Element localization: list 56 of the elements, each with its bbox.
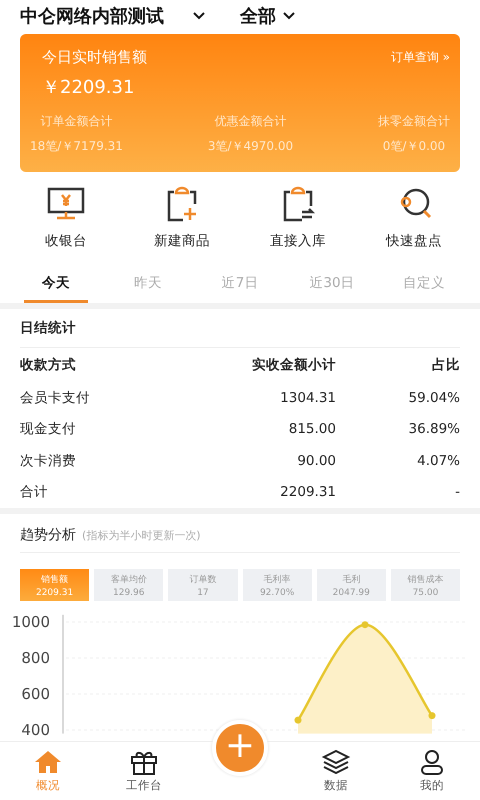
card-title: 今日实时销售额 bbox=[42, 48, 147, 67]
table-cell-text: 现金支付 bbox=[20, 420, 77, 438]
scope-selector[interactable]: 全部 bbox=[240, 4, 296, 28]
period-tab[interactable]: 近30日 bbox=[300, 270, 364, 303]
nav-tab[interactable]: 我的 bbox=[384, 742, 480, 800]
axis-label: 1000 bbox=[12, 613, 50, 631]
table-cell-text: 合计 bbox=[20, 483, 49, 502]
store-selector[interactable]: 中仑网络内部测试 bbox=[20, 4, 206, 28]
table-cell-text: 2209.31 bbox=[279, 484, 337, 500]
metric-tab[interactable]: 客单均价 129.96 bbox=[94, 569, 164, 601]
table-cell-text: 815.00 bbox=[288, 421, 337, 438]
stat-label: 订单金额合计 bbox=[40, 113, 112, 130]
table-cell-text: 1304.31 bbox=[279, 390, 337, 406]
period-tab[interactable]: 近7日 bbox=[208, 270, 272, 303]
stat-value: 18笔/￥7179.31 bbox=[30, 138, 123, 155]
layers-icon bbox=[321, 749, 351, 775]
nav-tab[interactable]: 数据 bbox=[288, 742, 384, 800]
table-cell-text: 90.00 bbox=[296, 452, 337, 469]
axis-label: 600 bbox=[21, 685, 50, 703]
gift-icon bbox=[129, 749, 159, 775]
sales-amount: ￥2209.31 bbox=[41, 76, 136, 99]
table-cell-text: - bbox=[454, 484, 460, 500]
home-icon bbox=[33, 749, 63, 775]
shortcut-button[interactable]: 直接入库 bbox=[248, 184, 348, 250]
shortcut-button[interactable]: 收银台 bbox=[16, 184, 116, 250]
axis-label: 400 bbox=[21, 721, 50, 739]
shortcut-button[interactable]: 新建商品 bbox=[132, 184, 232, 250]
chevron-down-icon bbox=[282, 11, 296, 21]
section-title: 日结统计 bbox=[20, 309, 460, 348]
table-cell-text: 36.89% bbox=[408, 421, 460, 438]
stat-value: 3笔/￥4970.00 bbox=[208, 138, 294, 155]
stat-label: 抹零金额合计 bbox=[378, 113, 450, 130]
period-tab[interactable]: 自定义 bbox=[392, 270, 456, 303]
table-cell-text: 次卡消费 bbox=[20, 452, 77, 470]
section-title: 趋势分析 bbox=[20, 526, 76, 544]
period-tab[interactable]: 昨天 bbox=[116, 270, 180, 303]
stat-label: 优惠金额合计 bbox=[214, 113, 286, 130]
shortcut-button[interactable]: 快速盘点 bbox=[364, 184, 464, 250]
column-header: 占比 bbox=[431, 356, 460, 374]
metric-tab[interactable]: 毛利率 92.70% bbox=[242, 569, 312, 601]
section-note: (指标为半小时更新一次) bbox=[82, 528, 201, 543]
nav-tab[interactable]: 工作台 bbox=[96, 742, 192, 800]
metric-tab[interactable]: 销售成本 75.00 bbox=[390, 569, 460, 601]
table-cell-text: 59.04% bbox=[408, 390, 460, 406]
column-header: 收款方式 bbox=[20, 356, 77, 374]
stat-value: 0笔/￥0.00 bbox=[382, 138, 446, 155]
nav-tab[interactable]: 概况 bbox=[0, 742, 96, 800]
metric-tab[interactable]: 毛利 2047.99 bbox=[316, 569, 386, 601]
metric-tab[interactable]: 订单数 17 bbox=[168, 569, 238, 601]
table-cell-text: 4.07% bbox=[416, 452, 460, 469]
axis-label: 800 bbox=[21, 649, 50, 667]
table-cell-text: 会员卡支付 bbox=[20, 388, 91, 407]
metric-tab[interactable]: 销售额 2209.31 bbox=[20, 569, 90, 601]
column-header: 实收金额小计 bbox=[251, 356, 337, 374]
chevron-down-icon bbox=[192, 11, 206, 21]
order-query-link[interactable]: 订单查询 » bbox=[390, 49, 450, 66]
